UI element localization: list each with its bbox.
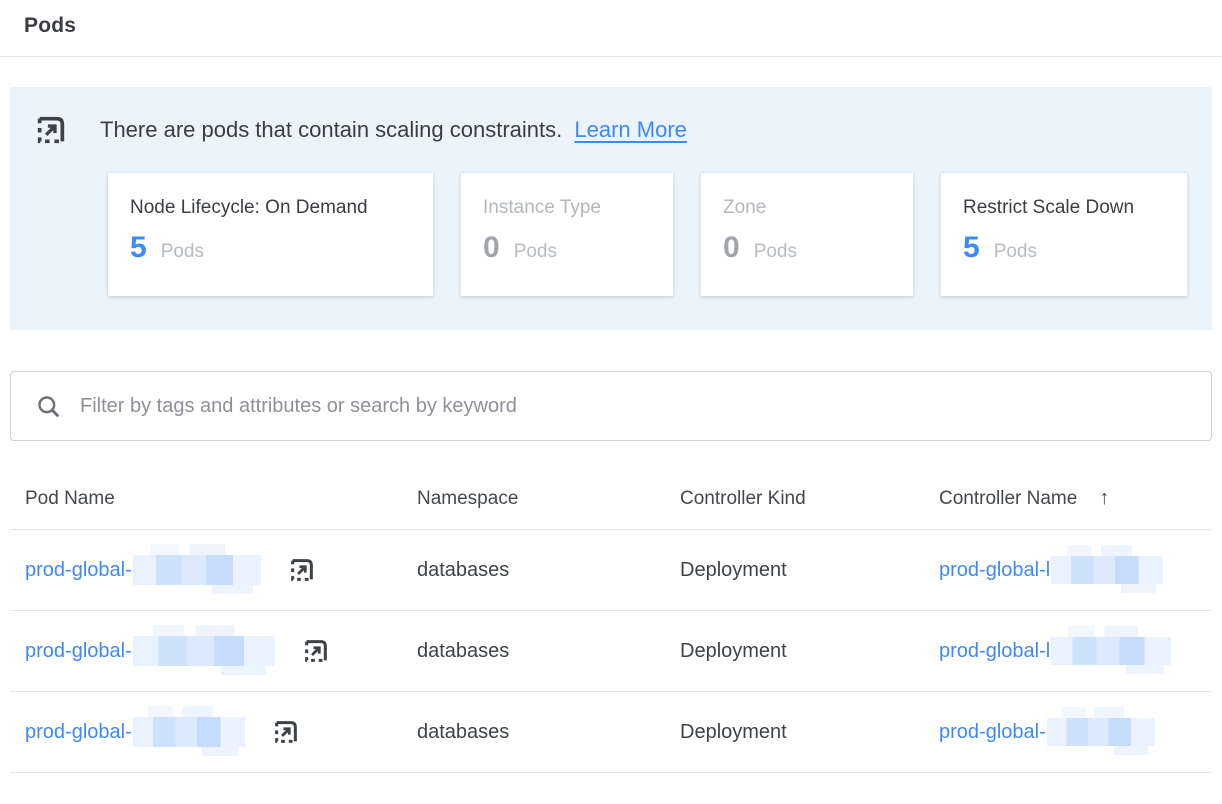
card-count: 0: [483, 231, 500, 265]
redacted-controller-name: [1051, 556, 1163, 584]
card-title: Restrict Scale Down: [963, 197, 1165, 219]
card-count: 0: [723, 231, 740, 265]
scaling-constraints-banner: There are pods that contain scaling cons…: [10, 87, 1212, 330]
scale-up-constraint-icon: [34, 113, 68, 147]
column-header-controller-kind[interactable]: Controller Kind: [680, 488, 939, 510]
controller-name-cell: prod-global-: [939, 718, 1212, 746]
redacted-controller-name: [1051, 637, 1171, 665]
table-header-row: Pod Name Namespace Controller Kind Contr…: [10, 487, 1212, 530]
controller-name-cell: prod-global-l: [939, 556, 1212, 584]
scale-up-constraint-icon[interactable]: [272, 718, 300, 746]
pod-name-link[interactable]: prod-global-: [25, 640, 132, 663]
card-unit: Pods: [754, 241, 797, 263]
table-row: prod-global- databases Deployment prod-g…: [10, 692, 1212, 773]
redacted-pod-name: [133, 555, 261, 585]
namespace-cell: databases: [417, 559, 680, 582]
card-zone[interactable]: Zone 0 Pods: [701, 173, 913, 296]
redacted-pod-name: [133, 636, 275, 666]
controller-name-cell: prod-global-l: [939, 637, 1212, 665]
card-count: 5: [963, 231, 980, 265]
card-unit: Pods: [994, 241, 1037, 263]
search-icon: [35, 393, 62, 420]
card-title: Instance Type: [483, 197, 651, 219]
controller-kind-cell: Deployment: [680, 640, 939, 663]
filter-search-bar[interactable]: [10, 371, 1212, 441]
card-unit: Pods: [514, 241, 557, 263]
page-title: Pods: [24, 14, 1198, 38]
pods-table: Pod Name Namespace Controller Kind Contr…: [10, 487, 1212, 773]
controller-kind-cell: Deployment: [680, 721, 939, 744]
header-divider: [0, 56, 1222, 57]
namespace-cell: databases: [417, 721, 680, 744]
pod-name-link[interactable]: prod-global-: [25, 559, 132, 582]
search-input[interactable]: [80, 395, 1187, 418]
card-title: Node Lifecycle: On Demand: [130, 197, 411, 219]
banner-message: There are pods that contain scaling cons…: [100, 117, 687, 143]
redacted-pod-name: [133, 717, 245, 747]
pod-name-cell: prod-global-: [25, 636, 417, 666]
card-count: 5: [130, 231, 147, 265]
controller-name-link[interactable]: prod-global-l: [939, 559, 1050, 582]
card-unit: Pods: [161, 241, 204, 263]
scale-up-constraint-icon[interactable]: [288, 556, 316, 584]
card-title: Zone: [723, 197, 891, 219]
pod-name-link[interactable]: prod-global-: [25, 721, 132, 744]
banner-message-text: There are pods that contain scaling cons…: [100, 117, 562, 142]
controller-kind-cell: Deployment: [680, 559, 939, 582]
learn-more-link[interactable]: Learn More: [574, 117, 687, 142]
column-header-namespace[interactable]: Namespace: [417, 488, 680, 510]
card-restrict-scale-down[interactable]: Restrict Scale Down 5 Pods: [941, 173, 1187, 296]
table-row: prod-global- databases Deployment prod-g…: [10, 530, 1212, 611]
constraint-cards: Node Lifecycle: On Demand 5 Pods Instanc…: [108, 173, 1188, 296]
pod-name-cell: prod-global-: [25, 555, 417, 585]
redacted-controller-name: [1047, 718, 1155, 746]
sort-ascending-icon[interactable]: ↑: [1099, 487, 1109, 510]
card-instance-type[interactable]: Instance Type 0 Pods: [461, 173, 673, 296]
column-header-pod-name[interactable]: Pod Name: [25, 488, 417, 510]
controller-name-link[interactable]: prod-global-: [939, 721, 1046, 744]
table-row: prod-global- databases Deployment prod-g…: [10, 611, 1212, 692]
namespace-cell: databases: [417, 640, 680, 663]
scale-up-constraint-icon[interactable]: [302, 637, 330, 665]
controller-name-link[interactable]: prod-global-l: [939, 640, 1050, 663]
pod-name-cell: prod-global-: [25, 717, 417, 747]
page-header: Pods: [0, 0, 1222, 38]
card-node-lifecycle[interactable]: Node Lifecycle: On Demand 5 Pods: [108, 173, 433, 296]
column-header-controller-name[interactable]: Controller Name ↑: [939, 487, 1212, 510]
